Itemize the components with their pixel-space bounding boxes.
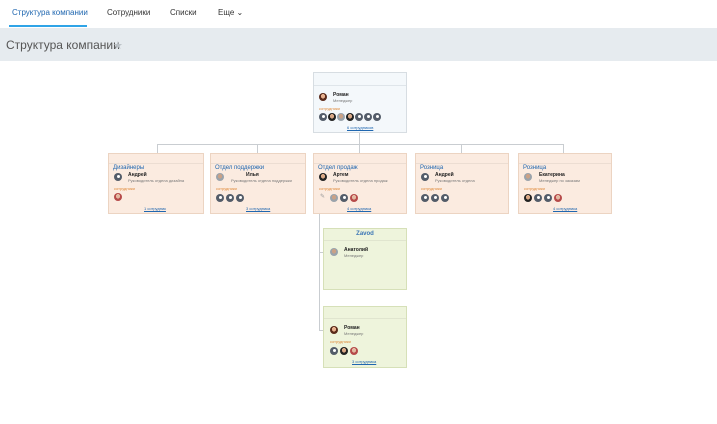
org-card-root[interactable]: Роман Менеджер сотрудники 6 сотрудников	[313, 72, 407, 133]
card-header: Zavod	[324, 229, 406, 241]
employees-link[interactable]: 4 сотрудника	[553, 206, 577, 211]
avatar[interactable]	[534, 194, 542, 202]
avatar[interactable]	[337, 113, 345, 121]
tab-company-structure[interactable]: Структура компании	[12, 8, 88, 17]
org-card-subdepartment[interactable]: Роман Менеджер сотрудники 3 сотрудника	[323, 306, 407, 368]
card-header	[324, 307, 406, 319]
avatar[interactable]	[421, 194, 429, 202]
avatar[interactable]	[216, 173, 224, 181]
department-title[interactable]: Розница	[420, 165, 443, 171]
avatar[interactable]	[328, 113, 336, 121]
employees-label: сотрудники	[216, 186, 237, 191]
pencil-icon[interactable]: ✎	[320, 193, 325, 200]
avatar[interactable]	[330, 347, 338, 355]
page-title: Структура компании	[6, 38, 120, 52]
connector-line	[319, 214, 320, 330]
employees-label: сотрудники	[319, 186, 340, 191]
avatar[interactable]	[364, 113, 372, 121]
employees-label: сотрудники	[421, 186, 442, 191]
avatar[interactable]	[319, 113, 327, 121]
manager-position: Руководитель отдела дизайна	[128, 178, 185, 183]
employees-link[interactable]: 3 сотрудника	[352, 359, 376, 364]
avatar[interactable]	[524, 173, 532, 181]
department-title[interactable]: Отдел продаж	[318, 165, 358, 171]
card-header: Розница	[519, 154, 611, 171]
avatar[interactable]	[350, 194, 358, 202]
card-header	[314, 73, 406, 86]
avatar[interactable]	[236, 194, 244, 202]
tab-more[interactable]: Еще ⌄	[218, 8, 243, 17]
avatar[interactable]	[554, 194, 562, 202]
card-header: Дизайнеры	[109, 154, 203, 171]
employees-link[interactable]: 1 сотрудник	[144, 206, 166, 211]
manager-position: Менеджер	[344, 331, 364, 336]
top-navigation: Структура компании Сотрудники Списки Еще…	[0, 0, 717, 28]
manager-position: Руководитель отдела	[435, 178, 475, 183]
manager-position: Руководитель отдела поддержки	[231, 178, 292, 183]
star-icon[interactable]: ★	[113, 39, 123, 52]
avatar[interactable]	[350, 347, 358, 355]
avatar[interactable]	[421, 173, 429, 181]
avatar[interactable]	[319, 93, 327, 101]
employees-label: сотрудники	[330, 339, 351, 344]
card-header: Отдел поддержки	[211, 154, 305, 171]
connector-line	[157, 144, 563, 145]
org-card-support[interactable]: Отдел поддержки Илья Руководитель отдела…	[210, 153, 306, 214]
card-header: Розница	[416, 154, 508, 171]
tab-employees[interactable]: Сотрудники	[107, 8, 150, 17]
employees-link[interactable]: 4 сотрудника	[347, 206, 371, 211]
avatar[interactable]	[340, 194, 348, 202]
avatar[interactable]	[319, 173, 327, 181]
avatar[interactable]	[114, 193, 122, 201]
employees-link[interactable]: 3 сотрудника	[246, 206, 270, 211]
avatar[interactable]	[226, 194, 234, 202]
employees-link[interactable]: 6 сотрудников	[347, 125, 373, 130]
connector-line	[359, 144, 360, 153]
avatar[interactable]	[431, 194, 439, 202]
avatar[interactable]	[216, 194, 224, 202]
connector-line	[563, 144, 564, 153]
department-title[interactable]: Дизайнеры	[113, 165, 144, 171]
active-tab-indicator	[9, 25, 87, 27]
manager-position: Менеджер	[344, 253, 364, 258]
tab-lists[interactable]: Списки	[170, 8, 197, 17]
employees-label: сотрудники	[114, 186, 135, 191]
employees-label: сотрудники	[524, 186, 545, 191]
department-title[interactable]: Розница	[523, 165, 546, 171]
avatar[interactable]	[373, 113, 381, 121]
org-card-retail-1[interactable]: Розница Андрей Руководитель отдела сотру…	[415, 153, 509, 214]
avatar[interactable]	[441, 194, 449, 202]
org-card-zavod[interactable]: Zavod Анатолий Менеджер	[323, 228, 407, 290]
department-title[interactable]: Zavod	[328, 231, 402, 237]
avatar[interactable]	[330, 194, 338, 202]
org-card-sales[interactable]: Отдел продаж Артем Руководитель отдела п…	[313, 153, 407, 214]
avatar[interactable]	[544, 194, 552, 202]
connector-line	[157, 144, 158, 153]
org-card-designers[interactable]: Дизайнеры Андрей Руководитель отдела диз…	[108, 153, 204, 214]
manager-position: Менеджер по заказам	[539, 178, 580, 183]
manager-position: Руководитель отдела продаж	[333, 178, 388, 183]
employees-label: сотрудники	[319, 106, 340, 111]
avatar[interactable]	[330, 248, 338, 256]
manager-position: Менеджер	[333, 98, 353, 103]
avatar[interactable]	[330, 326, 338, 334]
connector-line	[461, 144, 462, 153]
avatar[interactable]	[524, 194, 532, 202]
org-card-retail-2[interactable]: Розница Екатерина Менеджер по заказам со…	[518, 153, 612, 214]
department-title[interactable]: Отдел поддержки	[215, 165, 264, 171]
avatar[interactable]	[340, 347, 348, 355]
card-header: Отдел продаж	[314, 154, 406, 171]
avatar[interactable]	[346, 113, 354, 121]
connector-line	[257, 144, 258, 153]
avatar[interactable]	[114, 173, 122, 181]
avatar[interactable]	[355, 113, 363, 121]
